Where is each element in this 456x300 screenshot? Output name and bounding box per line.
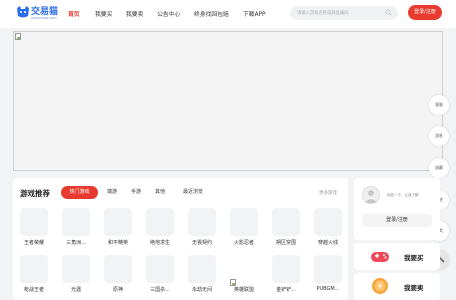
game-name: 枪战王者	[23, 287, 44, 293]
sell-card[interactable]: ¥ 我要卖	[354, 273, 440, 300]
search-icon[interactable]	[385, 9, 392, 16]
game-name: 王者荣耀	[23, 240, 44, 246]
game-item[interactable]: 穿越火线	[314, 208, 342, 246]
user-login-register-button[interactable]: 登录/注册	[362, 214, 432, 227]
game-name: 永劫无间	[191, 287, 212, 293]
game-item[interactable]: 无畏契约	[188, 208, 216, 246]
user-icon	[365, 190, 377, 203]
game-thumbnail	[188, 208, 216, 236]
game-name: 无畏契约	[191, 240, 212, 246]
game-item[interactable]: 英雄联盟	[230, 255, 258, 293]
nav-buy[interactable]: 我要买	[95, 9, 112, 18]
game-item[interactable]: 绝地求生	[146, 208, 174, 246]
game-thumbnail	[62, 255, 90, 283]
svg-text:¥: ¥	[378, 283, 383, 291]
game-thumbnail	[20, 208, 48, 236]
game-name: 光遇	[70, 287, 81, 293]
game-thumbnail	[272, 208, 300, 236]
game-thumbnail	[314, 208, 342, 236]
game-name: 英雄联盟	[233, 287, 254, 293]
game-item[interactable]: 光遇	[62, 255, 90, 293]
cat-logo-icon	[17, 6, 29, 18]
game-name: 金铲铲...	[276, 287, 296, 293]
tab-mobile-games[interactable]: 手游	[126, 186, 146, 199]
buy-label: 我要买	[404, 254, 424, 262]
game-thumbnail	[104, 208, 132, 236]
game-thumbnail	[146, 255, 174, 283]
tab-pc-games[interactable]: 端游	[102, 186, 122, 199]
avatar	[362, 186, 380, 204]
game-item[interactable]: 朔区突围	[272, 208, 300, 246]
buy-card[interactable]: 我要买	[354, 243, 440, 270]
game-item[interactable]: 王者荣耀	[20, 208, 48, 246]
broken-image-icon	[230, 279, 236, 286]
game-thumbnail	[188, 255, 216, 283]
banner-carousel[interactable]	[13, 31, 443, 171]
tab-recently-viewed[interactable]: 最近浏览	[177, 186, 209, 199]
game-name: 三国杀...	[150, 287, 170, 293]
game-thumbnail	[20, 255, 48, 283]
game-item[interactable]: 火影忍者	[230, 208, 258, 246]
game-recommendations-panel: 游戏推荐 热门游戏 端游 手游 其他 最近浏览 更多游戏 王者荣耀 三角洲...…	[13, 178, 348, 300]
logo-domain: jiaoyimao.com	[31, 16, 57, 20]
float-customer-service[interactable]: 客服	[429, 95, 449, 115]
tab-hot-games[interactable]: 热门游戏	[61, 186, 98, 199]
game-item[interactable]: 原神	[104, 255, 132, 293]
float-messages[interactable]: 消息	[429, 126, 449, 146]
game-name: 原神	[112, 287, 123, 293]
game-item[interactable]: PUBGM...	[314, 255, 342, 292]
game-item[interactable]: 三国杀...	[146, 255, 174, 293]
sell-label: 我要卖	[404, 284, 424, 292]
game-thumbnail	[230, 208, 258, 236]
game-name: 朔区突围	[275, 240, 296, 246]
game-thumbnail	[62, 208, 90, 236]
login-register-button[interactable]: 登录/注册	[408, 5, 442, 20]
search-input[interactable]: 请输入游戏名称或商品编码	[290, 6, 398, 20]
coin-icon: ¥	[372, 278, 388, 294]
broken-image-icon	[15, 33, 21, 40]
nav-announcements[interactable]: 公告中心	[157, 9, 180, 18]
more-games-link[interactable]: 更多游戏	[319, 190, 337, 196]
game-item[interactable]: 枪战王者	[20, 255, 48, 293]
game-name: PUBGM...	[316, 286, 340, 292]
site-logo[interactable]: 交易猫 jiaoyimao.com	[16, 4, 61, 24]
user-card: 欢迎一下，让我了解 登录/注册	[354, 178, 440, 240]
tab-other[interactable]: 其他	[150, 186, 170, 199]
game-name: 和平精英	[107, 240, 128, 246]
game-name: 穿越火线	[317, 240, 338, 246]
game-name: 绝地求生	[149, 240, 170, 246]
nav-sell[interactable]: 我要卖	[126, 9, 143, 18]
game-thumbnail	[314, 255, 342, 283]
nav-home[interactable]: 首页	[68, 9, 80, 18]
welcome-text: 欢迎一下，让我了解	[387, 193, 419, 197]
game-thumbnail	[146, 208, 174, 236]
game-item[interactable]: 金铲铲...	[272, 255, 300, 293]
nav-lifetime-guarantee[interactable]: 终身找回包赔	[194, 9, 229, 18]
game-item[interactable]: 三角洲...	[62, 208, 90, 246]
game-name: 三角洲...	[66, 240, 86, 246]
section-title: 游戏推荐	[20, 189, 50, 198]
gamepad-icon	[371, 252, 389, 262]
top-navigation-bar: 交易猫 jiaoyimao.com 首页 我要买 我要卖 公告中心 终身找回包赔…	[0, 0, 456, 28]
game-item[interactable]: 和平精英	[104, 208, 132, 246]
float-favorites[interactable]: 收藏	[429, 158, 449, 178]
nav-download-app[interactable]: 下载APP	[243, 9, 266, 18]
game-name: 火影忍者	[233, 240, 254, 246]
search-placeholder: 请输入游戏名称或商品编码	[297, 10, 349, 16]
game-thumbnail	[104, 255, 132, 283]
game-item[interactable]: 永劫无间	[188, 255, 216, 293]
game-thumbnail	[272, 255, 300, 283]
game-thumbnail	[230, 255, 258, 286]
